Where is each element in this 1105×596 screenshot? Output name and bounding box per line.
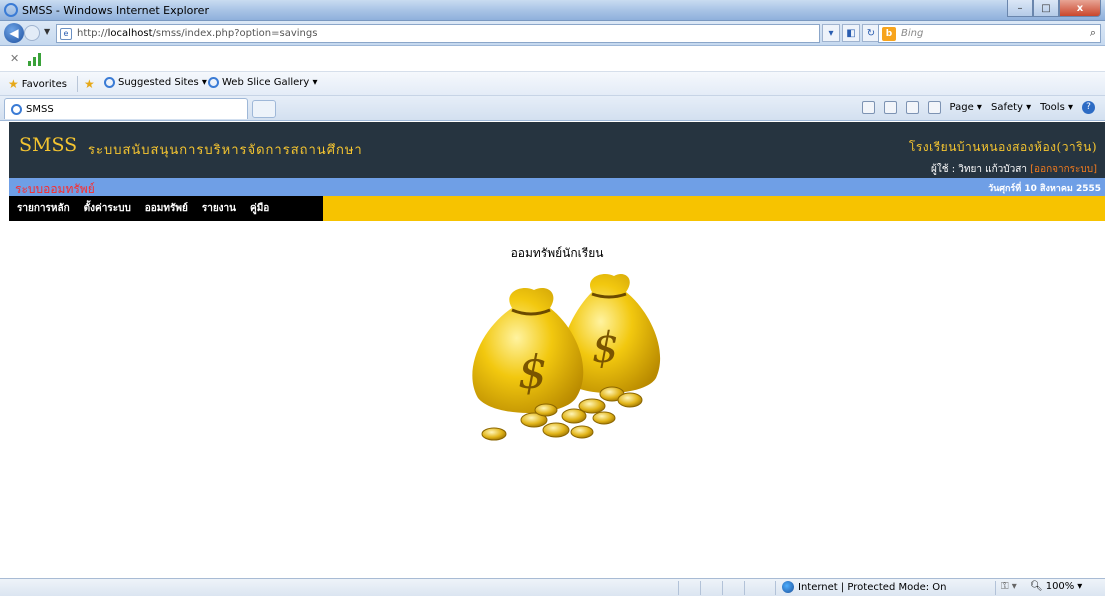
suggested-sites-link[interactable]: Suggested Sites ▾ <box>104 77 207 88</box>
zoom-level: 100% <box>1045 581 1075 592</box>
main-menu-bar: รายการหลัก ตั้งค่าระบบ ออมทรัพย์ รายงาน … <box>9 196 1105 221</box>
ie-tab-icon <box>11 103 22 115</box>
address-input[interactable]: e http://localhost/smss/index.php?option… <box>56 24 820 43</box>
add-favorite-icon: ★ <box>84 77 95 91</box>
tab-smss[interactable]: SMSS <box>4 98 248 119</box>
menu-item-main[interactable]: รายการหลัก <box>17 201 70 216</box>
ie-logo-icon <box>4 3 18 17</box>
site-header: SMSS ระบบสนับสนุนการบริหารจัดการสถานศึกษ… <box>9 122 1105 178</box>
star-icon: ★ <box>8 77 19 91</box>
feeds-icon[interactable] <box>883 101 897 114</box>
zone-label: Internet | Protected Mode: On <box>798 581 947 593</box>
menu-item-settings[interactable]: ตั้งค่าระบบ <box>84 201 131 216</box>
site-subtitle: ระบบสนับสนุนการบริหารจัดการสถานศึกษา <box>88 143 363 158</box>
divider <box>77 76 78 92</box>
svg-text:$: $ <box>592 323 619 372</box>
back-button[interactable]: ◀ <box>4 23 24 43</box>
tools-menu[interactable]: Tools ▾ <box>1040 102 1073 113</box>
ie-page-icon <box>104 77 115 88</box>
money-bags-image: $ $ <box>472 273 661 441</box>
system-bar: ระบบออมทรัพย์ วันศุกร์ที่ 10 สิงหาคม 255… <box>9 178 1105 196</box>
tab-row: SMSS Page ▾ Safety ▾ Tools ▾ ? <box>0 96 1105 121</box>
zoom-dropdown-icon: ▾ <box>1077 581 1083 592</box>
menu-item-manual[interactable]: คู่มือ <box>250 201 269 216</box>
divider <box>700 581 701 595</box>
mail-icon[interactable] <box>905 101 919 114</box>
close-window-button[interactable]: x <box>1059 0 1101 17</box>
new-tab-button[interactable] <box>252 100 276 118</box>
school-name: โรงเรียนบ้านหนองสองห้อง(วาริน) <box>908 140 1097 154</box>
ie-page-icon <box>208 77 219 88</box>
history-dropdown-icon[interactable]: ▼ <box>44 27 50 36</box>
globe-icon <box>782 581 794 593</box>
address-bar-row: ◀ ▼ e http://localhost/smss/index.php?op… <box>0 21 1105 46</box>
window-title-bar: SMSS - Windows Internet Explorer – □ x <box>0 0 1105 21</box>
print-icon[interactable] <box>927 101 941 114</box>
current-date: วันศุกร์ที่ 10 สิงหาคม 2555 <box>988 184 1101 194</box>
home-icon[interactable] <box>861 101 875 114</box>
svg-text:$: $ <box>518 345 547 399</box>
signal-icon <box>28 52 41 66</box>
user-info: ผู้ใช้ : วิทยา แก้วบัวสา [ออกจากระบบ] <box>931 162 1097 177</box>
content-title: ออมทรัพย์นักเรียน <box>510 246 604 260</box>
suggested-sites-label: Suggested Sites ▾ <box>118 77 207 88</box>
search-icon[interactable]: ⌕ <box>1090 26 1096 40</box>
bing-icon: b <box>882 27 896 41</box>
divider <box>995 581 996 595</box>
window-controls: – □ x <box>1007 0 1101 19</box>
site-brand: SMSS <box>19 134 78 156</box>
favorites-button[interactable]: ★ Favorites <box>8 77 67 91</box>
safety-menu[interactable]: Safety ▾ <box>991 102 1031 113</box>
maximize-button[interactable]: □ <box>1033 0 1059 17</box>
divider <box>744 581 745 595</box>
favorites-bar: ★ Favorites ★ Suggested Sites ▾ Web Slic… <box>0 72 1105 96</box>
menu-item-savings[interactable]: ออมทรัพย์ <box>145 201 188 216</box>
search-input[interactable]: b Bing ⌕ <box>878 24 1101 43</box>
web-page: SMSS ระบบสนับสนุนการบริหารจัดการสถานศึกษ… <box>9 122 1105 578</box>
compatibility-view-icon[interactable]: ◧ <box>842 24 860 42</box>
menu-item-reports[interactable]: รายงาน <box>202 201 236 216</box>
close-toolbar-icon[interactable]: ✕ <box>10 52 19 65</box>
divider <box>722 581 723 595</box>
security-zone[interactable]: Internet | Protected Mode: On <box>782 581 946 593</box>
page-menu[interactable]: Page ▾ <box>950 102 982 113</box>
minimize-button[interactable]: – <box>1007 0 1033 17</box>
status-bar: Internet | Protected Mode: On ⚿ ▾ 🔍︎ 100… <box>0 578 1105 596</box>
web-slice-gallery-label: Web Slice Gallery ▾ <box>222 77 318 88</box>
zoom-control[interactable]: 🔍︎ 100% ▾ <box>1030 581 1082 592</box>
help-icon[interactable]: ? <box>1082 101 1095 114</box>
tab-label: SMSS <box>26 103 54 115</box>
divider <box>678 581 679 595</box>
user-name: ผู้ใช้ : วิทยา แก้วบัวสา <box>931 164 1027 175</box>
page-icon: e <box>60 28 72 40</box>
protected-mode-icon[interactable]: ⚿ ▾ <box>1001 581 1017 592</box>
web-slice-gallery-link[interactable]: Web Slice Gallery ▾ <box>208 77 318 88</box>
dropdown-arrow-icon[interactable]: ▾ <box>822 24 840 42</box>
command-bar: Page ▾ Safety ▾ Tools ▾ ? <box>861 101 1095 114</box>
url-text: http://localhost/smss/index.php?option=s… <box>77 28 318 39</box>
search-placeholder: Bing <box>901 28 924 39</box>
toolbar-row: ✕ <box>0 46 1105 72</box>
window-title: SMSS - Windows Internet Explorer <box>22 4 209 17</box>
forward-button[interactable] <box>24 25 40 41</box>
zoom-icon: 🔍︎ <box>1030 581 1043 592</box>
divider <box>775 581 776 595</box>
add-favorite-button[interactable]: ★ <box>84 77 95 91</box>
favorites-label: Favorites <box>21 78 67 90</box>
main-menu: รายการหลัก ตั้งค่าระบบ ออมทรัพย์ รายงาน … <box>9 196 323 221</box>
logout-link[interactable]: [ออกจากระบบ] <box>1030 164 1097 175</box>
